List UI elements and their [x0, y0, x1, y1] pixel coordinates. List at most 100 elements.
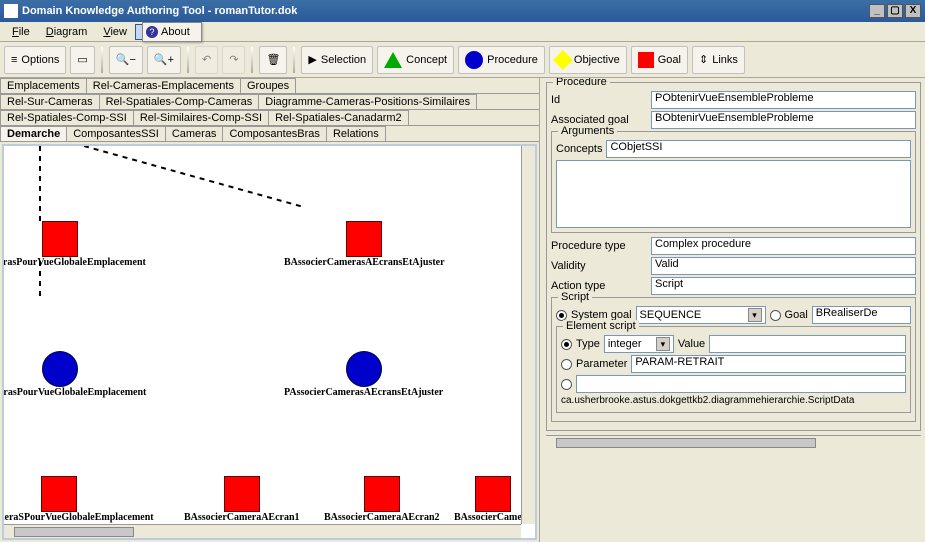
- node-label: sCamerasPourVueGlobaleEmplacement: [2, 257, 146, 268]
- java-icon: [4, 4, 18, 18]
- procedure-fieldset: Procedure Id PObtenirVueEnsembleProbleme…: [546, 82, 921, 431]
- tab-relations[interactable]: Relations: [326, 126, 386, 141]
- about-popup[interactable]: ? About: [142, 22, 202, 42]
- tab-rel-spatiales-comp-ssi[interactable]: Rel-Spatiales-Comp-SSI: [0, 110, 134, 125]
- radio-empty[interactable]: [561, 379, 572, 390]
- goal-node-b[interactable]: BAssocierCamerasAEcransEtAjuster: [284, 221, 445, 268]
- tab-rel-sur-cameras[interactable]: Rel-Sur-Cameras: [0, 94, 100, 109]
- maximize-button[interactable]: ▢: [887, 4, 903, 18]
- circle-icon: [465, 51, 483, 69]
- new-button[interactable]: ▭: [70, 46, 94, 74]
- procedure-shape: [346, 351, 382, 387]
- redo-button[interactable]: ↷: [222, 46, 245, 74]
- radio-system-goal[interactable]: [556, 310, 567, 321]
- minimize-button[interactable]: _: [869, 4, 885, 18]
- goal-shape: [346, 221, 382, 257]
- left-pane: Emplacements Rel-Cameras-Emplacements Gr…: [0, 78, 540, 542]
- options-button[interactable]: ≡ Options: [4, 46, 66, 74]
- links-tool[interactable]: ⇕ Links: [692, 46, 745, 74]
- procedure-node-c[interactable]: rCamerasPourVueGlobaleEmplacement: [2, 351, 146, 398]
- tabs-row-3: Rel-Spatiales-Comp-SSI Rel-Similaires-Co…: [0, 110, 539, 126]
- radio-parameter[interactable]: [561, 359, 572, 370]
- tab-emplacements[interactable]: Emplacements: [0, 78, 87, 93]
- selection-tool[interactable]: ▶ Selection: [301, 46, 373, 74]
- parameter-field[interactable]: PARAM-RETRAIT: [631, 355, 906, 373]
- goal-tool[interactable]: Goal: [631, 46, 688, 74]
- proc-type-label: Procedure type: [551, 240, 647, 252]
- undo-button[interactable]: ↶: [195, 46, 218, 74]
- delete-button[interactable]: 🗑: [259, 46, 287, 74]
- diagram-canvas[interactable]: sCamerasPourVueGlobaleEmplacement BAssoc…: [2, 144, 537, 540]
- system-goal-combo[interactable]: SEQUENCE ▾: [636, 306, 766, 324]
- separator: [251, 47, 253, 73]
- goal-node-e[interactable]: uperCameraSPourVueGlobaleEmplacement: [2, 476, 154, 523]
- objective-tool[interactable]: Objective: [549, 46, 627, 74]
- objective-label: Objective: [574, 54, 620, 66]
- triangle-icon: [384, 52, 402, 68]
- separator: [187, 47, 189, 73]
- node-label: BAssocierCamerasAEcransEtAjuster: [284, 257, 445, 268]
- h-scrollbar[interactable]: [4, 524, 521, 538]
- radio-goal[interactable]: [770, 310, 781, 321]
- tab-demarche[interactable]: Demarche: [0, 126, 67, 141]
- procedure-node-d[interactable]: PAssocierCamerasAEcransEtAjuster: [284, 351, 443, 398]
- scroll-thumb[interactable]: [14, 527, 134, 537]
- id-field[interactable]: PObtenirVueEnsembleProbleme: [651, 91, 916, 109]
- validity-field[interactable]: Valid: [651, 257, 916, 275]
- empty-field[interactable]: [576, 375, 906, 393]
- concepts-field[interactable]: CObjetSSI: [606, 140, 911, 158]
- radio-type[interactable]: [561, 339, 572, 350]
- toolbar: ≡ Options ▭ 🔍− 🔍+ ↶ ↷ 🗑 ▶ Selection Conc…: [0, 42, 925, 78]
- concepts-label: Concepts: [556, 143, 602, 155]
- tabs-row-1: Emplacements Rel-Cameras-Emplacements Gr…: [0, 78, 539, 94]
- id-label: Id: [551, 94, 647, 106]
- type-value: integer: [608, 338, 642, 350]
- goal-node-h[interactable]: BAssocierCamera: [454, 476, 531, 523]
- proc-type-field[interactable]: Complex procedure: [651, 237, 916, 255]
- menubar: File Diagram View Help: [0, 22, 925, 42]
- goal-shape: [364, 476, 400, 512]
- tab-rel-spatiales-comp-cameras[interactable]: Rel-Spatiales-Comp-Cameras: [99, 94, 260, 109]
- node-label: PAssocierCamerasAEcransEtAjuster: [284, 387, 443, 398]
- undo-icon: ↶: [202, 53, 211, 66]
- concept-tool[interactable]: Concept: [377, 46, 454, 74]
- window-title: Domain Knowledge Authoring Tool - romanT…: [22, 5, 867, 17]
- right-h-scrollbar[interactable]: [546, 435, 921, 449]
- goal-field[interactable]: BRealiserDe: [812, 306, 911, 324]
- type-label: Type: [576, 338, 600, 350]
- goal-node-a[interactable]: sCamerasPourVueGlobaleEmplacement: [2, 221, 146, 268]
- zoom-in-icon: 🔍+: [154, 53, 174, 66]
- close-button[interactable]: X: [905, 4, 921, 18]
- concept-label: Concept: [406, 54, 447, 66]
- tab-composantesbras[interactable]: ComposantesBras: [222, 126, 327, 141]
- goal-shape: [475, 476, 511, 512]
- tab-groupes[interactable]: Groupes: [240, 78, 296, 93]
- action-type-field[interactable]: Script: [651, 277, 916, 295]
- right-pane: Procedure Id PObtenirVueEnsembleProbleme…: [540, 78, 925, 542]
- tab-rel-similaires[interactable]: Rel-Similaires-Comp-SSI: [133, 110, 269, 125]
- tab-diagramme-cameras[interactable]: Diagramme-Cameras-Positions-Similaires: [258, 94, 477, 109]
- procedure-tool[interactable]: Procedure: [458, 46, 545, 74]
- tab-rel-spatiales-canadarm2[interactable]: Rel-Spatiales-Canadarm2: [268, 110, 409, 125]
- zoom-out-icon: 🔍−: [116, 53, 136, 66]
- tab-cameras[interactable]: Cameras: [165, 126, 224, 141]
- tab-rel-cameras-emplacements[interactable]: Rel-Cameras-Emplacements: [86, 78, 241, 93]
- menu-file[interactable]: File: [4, 24, 38, 40]
- menu-view[interactable]: View: [95, 24, 135, 40]
- node-label: BAssocierCamera: [454, 512, 531, 523]
- menu-diagram[interactable]: Diagram: [38, 24, 96, 40]
- element-legend: Element script: [563, 320, 639, 332]
- value-field[interactable]: [709, 335, 906, 353]
- goal-node-g[interactable]: BAssocierCameraAEcran2: [324, 476, 440, 523]
- zoom-in-button[interactable]: 🔍+: [147, 46, 181, 74]
- zoom-out-button[interactable]: 🔍−: [109, 46, 143, 74]
- validity-label: Validity: [551, 260, 647, 272]
- v-scrollbar[interactable]: [521, 146, 535, 524]
- redo-icon: ↷: [229, 53, 238, 66]
- goal-node-f[interactable]: BAssocierCameraAEcran1: [184, 476, 300, 523]
- arguments-textarea[interactable]: [556, 160, 911, 228]
- assoc-goal-field[interactable]: BObtenirVueEnsembleProbleme: [651, 111, 916, 129]
- type-combo[interactable]: integer ▾: [604, 335, 674, 353]
- tab-composantesssi[interactable]: ComposantesSSI: [66, 126, 166, 141]
- scroll-thumb[interactable]: [556, 438, 816, 448]
